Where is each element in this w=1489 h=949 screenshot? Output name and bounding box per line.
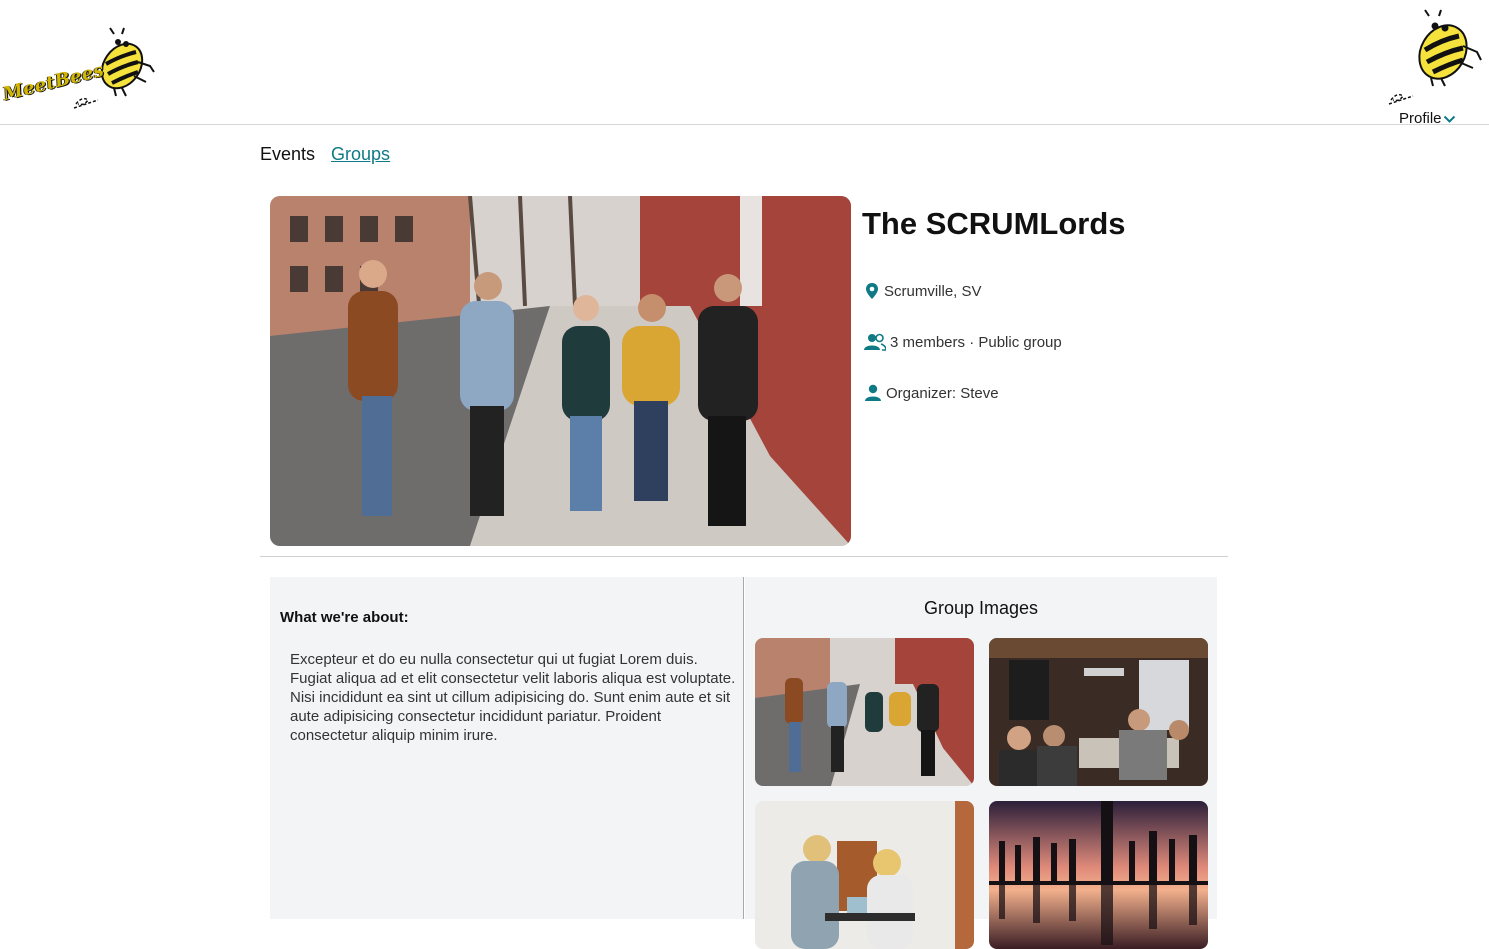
group-organizer: Organizer: Steve [864,384,999,402]
street-photo-image [755,638,974,786]
top-navbar: MeetBees Profile [0,0,1489,127]
people-icon [864,333,886,351]
group-image-thumbnail[interactable] [989,801,1208,949]
street-photo-image [270,196,851,546]
meetbees-logo[interactable]: MeetBees [1,26,157,110]
section-divider [260,556,1228,557]
group-image-thumbnail[interactable] [755,638,974,786]
group-title: The SCRUMLords [862,206,1126,241]
group-image-thumbnail[interactable] [755,801,974,949]
bee-avatar-icon [1388,9,1482,105]
tab-groups[interactable]: Groups [331,144,390,165]
tab-events[interactable]: Events [260,144,315,165]
group-location: Scrumville, SV [864,282,982,300]
location-text: Scrumville, SV [884,282,982,300]
group-members: 3 members · Public group [864,333,1062,351]
organizer-text: Organizer: Steve [886,384,999,402]
about-description: Excepteur et do eu nulla consectetur qui… [290,651,736,744]
content-tabs: Events Groups [260,144,390,165]
chevron-down-icon [1443,115,1455,123]
group-images-panel: Group Images [745,577,1217,949]
about-panel: What we're about: Excepteur et do eu nul… [270,577,744,919]
meeting-photo-image [989,638,1208,786]
profile-label: Profile [1399,110,1442,127]
group-image-thumbnail[interactable] [989,638,1208,786]
group-cover-image [270,196,851,546]
group-images-heading: Group Images [923,598,1039,618]
about-heading: What we're about: [280,609,409,626]
sunset-silhouettes-image [989,801,1208,949]
person-icon [865,384,881,401]
profile-dropdown[interactable]: Profile [1399,110,1456,127]
cafe-photo-image [755,801,974,949]
location-pin-icon [866,283,878,299]
profile-area: Profile [1379,6,1489,127]
members-text: 3 members · Public group [890,333,1062,351]
